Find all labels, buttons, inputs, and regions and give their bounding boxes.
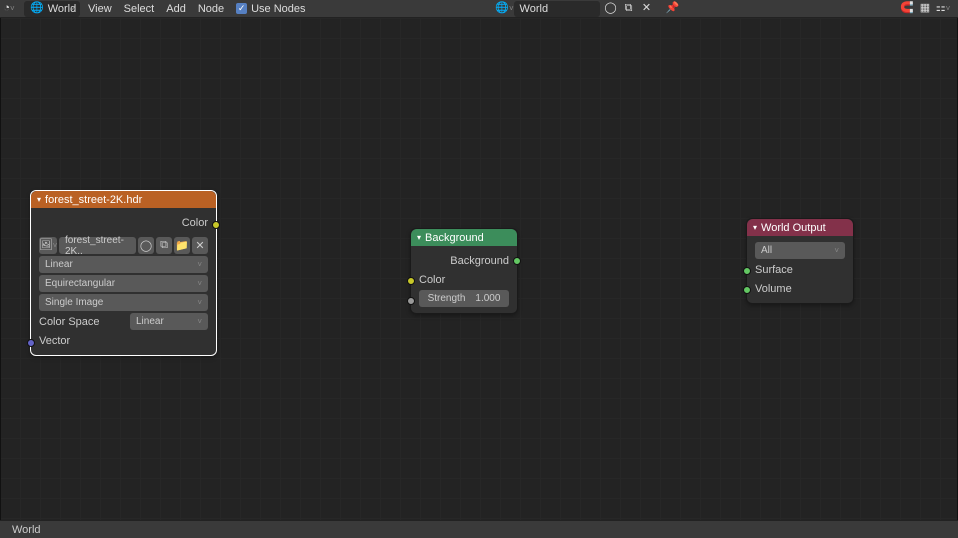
collapse-triangle-icon: ▾ <box>37 195 41 204</box>
node-title: World Output <box>761 222 826 234</box>
editor-type-dropdown[interactable]: ◔˅ <box>0 1 18 17</box>
projection-dropdown[interactable]: Equirectangular˅ <box>39 275 208 292</box>
close-icon: ✕ <box>195 239 204 252</box>
image-browse-dropdown[interactable]: 🖼˅ <box>39 237 57 254</box>
node-environment-texture[interactable]: ▾ forest_street-2K.hdr Color 🖼˅ forest_s… <box>30 190 217 356</box>
right-gutter <box>952 18 958 538</box>
use-nodes-toggle[interactable]: Use Nodes <box>236 3 305 15</box>
strength-label: Strength <box>428 293 466 304</box>
colorspace-value: Linear <box>136 316 164 327</box>
input-volume-row: Volume <box>755 280 845 297</box>
input-vector-row: Vector <box>39 332 208 349</box>
strength-value: 1.000 <box>475 293 500 304</box>
output-target-dropdown[interactable]: All˅ <box>755 242 845 259</box>
use-nodes-label: Use Nodes <box>251 3 305 15</box>
image-users-button[interactable]: ◯ <box>138 237 154 254</box>
statusbar: World <box>0 520 958 538</box>
header-bar: ◔˅ 🌐 World ˅ View Select Add Node Use No… <box>0 0 958 18</box>
world-unlink-button[interactable]: ✕ <box>638 1 656 17</box>
duplicate-icon: ⧉ <box>625 3 633 14</box>
input-vector-label: Vector <box>39 335 70 347</box>
image-open-button[interactable]: 📁 <box>174 237 190 254</box>
socket-input-strength[interactable] <box>407 297 415 305</box>
snap-button[interactable]: 🧲 <box>898 1 916 17</box>
socket-output-background[interactable] <box>513 257 521 265</box>
overlays-dropdown[interactable]: ⚏˅ <box>934 1 952 17</box>
world-icon: 🌐 <box>30 3 44 14</box>
input-color-label: Color <box>419 274 445 286</box>
source-label: Single Image <box>45 297 103 308</box>
magnet-icon: 🧲 <box>900 3 914 14</box>
menu-select[interactable]: Select <box>118 3 161 15</box>
collapse-triangle-icon: ▾ <box>753 223 757 232</box>
collapse-triangle-icon: ▾ <box>417 233 421 242</box>
colorspace-label: Color Space <box>39 316 124 328</box>
snap-target-dropdown[interactable]: ▦ <box>916 1 934 17</box>
output-background-label: Background <box>450 255 509 267</box>
image-name-field[interactable]: forest_street-2K.. <box>59 237 136 254</box>
output-background-row: Background <box>419 252 509 269</box>
node-title: forest_street-2K.hdr <box>45 194 142 206</box>
world-browse-dropdown[interactable]: 🌐˅ <box>496 1 514 17</box>
menu-view[interactable]: View <box>82 3 118 15</box>
image-icon: 🖼 <box>39 240 53 251</box>
image-unlink-button[interactable]: ✕ <box>192 237 208 254</box>
input-volume-label: Volume <box>755 283 792 295</box>
world-new-button[interactable]: ⧉ <box>620 1 638 17</box>
node-background[interactable]: ▾ Background Background Color Strength 1… <box>410 228 518 314</box>
world-icon: 🌐 <box>495 3 509 14</box>
checkbox-checked-icon <box>236 3 247 14</box>
node-title: Background <box>425 232 484 244</box>
socket-input-volume[interactable] <box>743 286 751 294</box>
node-world-output[interactable]: ▾ World Output All˅ Surface Volume <box>746 218 854 304</box>
input-surface-label: Surface <box>755 264 793 276</box>
node-header[interactable]: ▾ World Output <box>747 219 853 236</box>
output-color-label: Color <box>182 217 208 229</box>
interpolation-dropdown[interactable]: Linear˅ <box>39 256 208 273</box>
statusbar-label: World <box>12 524 41 536</box>
menu-node[interactable]: Node <box>192 3 230 15</box>
image-new-button[interactable]: ⧉ <box>156 237 172 254</box>
input-color-row: Color <box>419 271 509 288</box>
socket-output-color[interactable] <box>212 221 220 229</box>
socket-input-vector[interactable] <box>27 339 35 347</box>
world-users-button[interactable]: ◯ <box>602 1 620 17</box>
shader-type-dropdown[interactable]: 🌐 World ˅ <box>24 1 80 17</box>
output-color-row: Color <box>39 214 208 231</box>
source-dropdown[interactable]: Single Image˅ <box>39 294 208 311</box>
colorspace-dropdown[interactable]: Linear˅ <box>130 313 208 330</box>
projection-label: Equirectangular <box>45 278 115 289</box>
strength-slider[interactable]: Strength 1.000 <box>419 290 509 307</box>
folder-icon: 📁 <box>175 239 189 252</box>
socket-input-color[interactable] <box>407 277 415 285</box>
world-datablock-field[interactable]: World <box>514 1 600 17</box>
pin-button[interactable]: 📌 <box>664 1 682 17</box>
node-header[interactable]: ▾ Background <box>411 229 517 246</box>
image-name-label: forest_street-2K.. <box>65 235 130 257</box>
interpolation-label: Linear <box>45 259 73 270</box>
close-icon: ✕ <box>642 3 651 14</box>
duplicate-icon: ⧉ <box>160 239 168 252</box>
input-surface-row: Surface <box>755 261 845 278</box>
socket-input-surface[interactable] <box>743 267 751 275</box>
left-gutter <box>0 18 6 538</box>
output-target-label: All <box>761 245 772 256</box>
node-header[interactable]: ▾ forest_street-2K.hdr <box>31 191 216 208</box>
pin-icon: 📌 <box>666 3 680 14</box>
world-datablock-label: World <box>520 3 549 15</box>
menu-add[interactable]: Add <box>160 3 192 15</box>
